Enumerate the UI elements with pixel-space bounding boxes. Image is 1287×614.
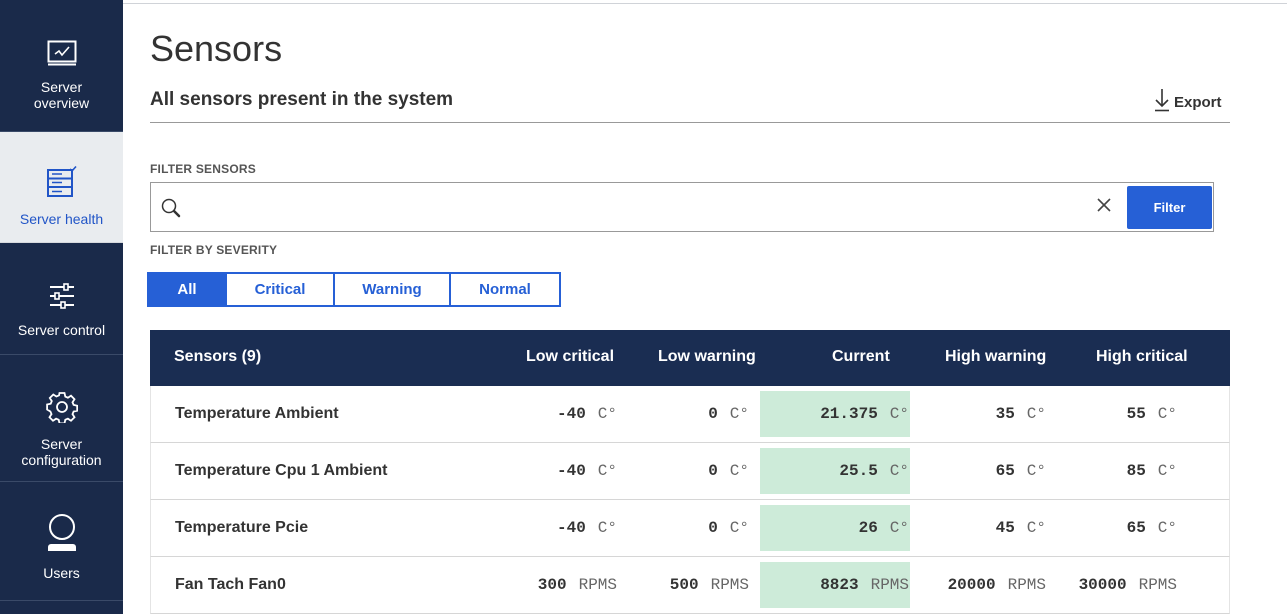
- sensor-high-warning-value: 20000 RPMS: [947, 576, 1046, 594]
- section-subtitle: All sensors present in the system: [150, 89, 454, 110]
- sidebar-item-label: Users: [43, 565, 80, 581]
- close-icon[interactable]: [1097, 198, 1111, 217]
- sensor-high-critical-value: 65 C°: [1126, 519, 1177, 537]
- severity-critical-button[interactable]: Critical: [227, 274, 335, 305]
- sidebar-item-label: Server control: [17, 322, 106, 338]
- header-divider: [123, 3, 1287, 4]
- table-header: Sensors (9) Low critical Low warning Cur…: [150, 330, 1230, 386]
- sensor-low-critical-value: -40 C°: [556, 405, 617, 423]
- table-row: Temperature Cpu 1 Ambient -40 C° 0 C° 25.5 C° 6…: [150, 443, 1230, 500]
- sensor-low-warning-value: 0 C°: [708, 462, 749, 480]
- monitor-chart-icon: [47, 40, 77, 69]
- sidebar: Server overview Server health Server con…: [0, 0, 123, 614]
- sensor-high-critical-value: 85 C°: [1126, 462, 1177, 480]
- column-header-low-warning[interactable]: Low warning: [658, 348, 756, 366]
- export-button[interactable]: Export: [1154, 88, 1222, 116]
- sensor-low-warning-value: 0 C°: [708, 519, 749, 537]
- sensor-low-critical-value: -40 C°: [556, 519, 617, 537]
- sensor-low-critical-value: 300 RPMS: [537, 576, 617, 594]
- table-row: Temperature Ambient -40 C° 0 C° 21.375 C° 35 C° 5…: [150, 386, 1230, 443]
- search-icon: [161, 198, 181, 223]
- severity-toggle-group: All Critical Warning Normal: [147, 272, 561, 307]
- download-icon: [1154, 88, 1170, 116]
- sensor-current-value: 25.5 C°: [839, 462, 909, 480]
- sensor-name: Temperature Cpu 1 Ambient: [175, 462, 388, 479]
- table-row: Fan Tach Fan0 300 RPMS 500 RPMS 8823 RPMS 20000…: [150, 557, 1230, 614]
- sensor-name: Temperature Pcie: [175, 519, 309, 536]
- sensor-current-value: 21.375 C°: [820, 405, 909, 423]
- sensor-high-warning-value: 35 C°: [995, 405, 1046, 423]
- severity-all-button[interactable]: All: [149, 274, 227, 305]
- search-input[interactable]: [191, 191, 1071, 223]
- column-header-low-critical[interactable]: Low critical: [526, 348, 614, 366]
- export-label: Export: [1174, 93, 1222, 111]
- sensor-current-value: 8823 RPMS: [820, 576, 909, 594]
- page-title: Sensors: [150, 28, 283, 69]
- column-header-high-critical[interactable]: High critical: [1096, 348, 1188, 366]
- table-row: Temperature Pcie -40 C° 0 C° 26 C° 45 C° 65 C°: [150, 500, 1230, 557]
- sensors-table: Sensors (9) Low critical Low warning Cur…: [150, 330, 1230, 614]
- sidebar-item-label: Server overview: [33, 79, 90, 111]
- server-health-icon: [46, 165, 78, 201]
- sidebar-item-server-overview[interactable]: Server overview: [0, 0, 123, 132]
- sliders-icon: [48, 283, 76, 312]
- search-box: Filter: [150, 182, 1214, 232]
- gear-icon: [45, 391, 78, 426]
- sidebar-item-server-health[interactable]: Server health: [0, 132, 123, 243]
- sidebar-item-server-control[interactable]: Server control: [0, 243, 123, 355]
- table-body: Temperature Ambient -40 C° 0 C° 21.375 C° 35 C° 5…: [150, 386, 1230, 614]
- sensor-name: Temperature Ambient: [175, 405, 339, 422]
- column-header-current[interactable]: Current: [832, 348, 890, 366]
- filter-sensors-label: FILTER SENSORS: [150, 162, 256, 176]
- severity-warning-button[interactable]: Warning: [335, 274, 451, 305]
- user-icon: [46, 514, 78, 555]
- sensor-high-critical-value: 30000 RPMS: [1078, 576, 1177, 594]
- sensor-high-warning-value: 65 C°: [995, 462, 1046, 480]
- column-header-sensors[interactable]: Sensors (9): [174, 348, 261, 366]
- column-header-high-warning[interactable]: High warning: [945, 348, 1046, 366]
- sensor-high-critical-value: 55 C°: [1126, 405, 1177, 423]
- severity-normal-button[interactable]: Normal: [451, 274, 559, 305]
- sidebar-item-server-configuration[interactable]: Server configuration: [0, 355, 123, 482]
- sensor-low-critical-value: -40 C°: [556, 462, 617, 480]
- sensor-name: Fan Tach Fan0: [175, 576, 286, 593]
- sidebar-item-label: Server health: [19, 211, 104, 227]
- sensor-low-warning-value: 500 RPMS: [669, 576, 749, 594]
- sidebar-item-label: Server configuration: [21, 436, 102, 468]
- section-divider: [150, 122, 1230, 123]
- filter-severity-label: FILTER BY SEVERITY: [150, 243, 278, 257]
- sensor-current-value: 26 C°: [858, 519, 909, 537]
- sensor-high-warning-value: 45 C°: [995, 519, 1046, 537]
- sidebar-item-users[interactable]: Users: [0, 482, 123, 601]
- sensor-low-warning-value: 0 C°: [708, 405, 749, 423]
- filter-button[interactable]: Filter: [1127, 186, 1212, 229]
